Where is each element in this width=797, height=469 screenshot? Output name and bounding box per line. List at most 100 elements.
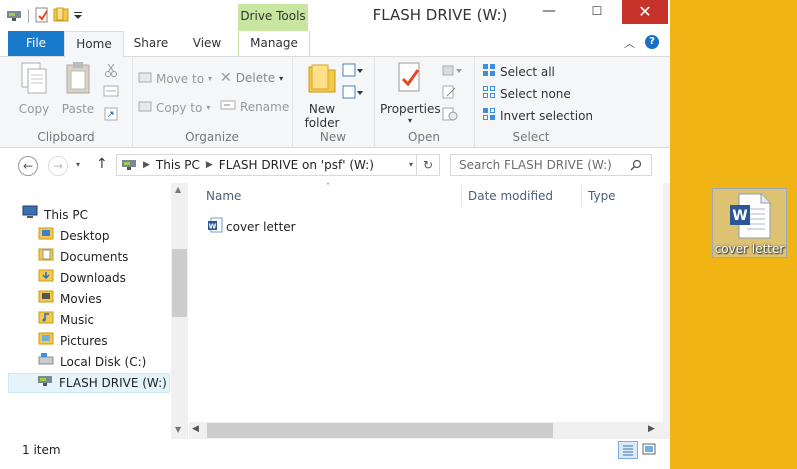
select-group: Select all Select none Invert selection … [474,57,593,147]
breadcrumb-separator[interactable]: ▶ [206,160,213,170]
column-header-date-modified[interactable]: Date modified [468,189,553,203]
list-item[interactable]: W cover letter [207,217,296,236]
nav-label: Desktop [60,229,110,243]
open-group: Properties ▾ Open [374,57,475,147]
nav-item-local-disk[interactable]: Local Disk (C:) [38,352,146,372]
drive-breadcrumb-icon [121,157,137,174]
edit-icon[interactable] [442,85,458,102]
select-none-label: Select none [500,86,571,101]
rename-label: Rename [240,99,290,114]
close-button[interactable]: ✕ [622,0,668,24]
invert-selection-button[interactable]: Invert selection [482,107,593,124]
word-doc-icon: W [207,217,223,236]
select-none-icon [482,85,496,102]
column-divider[interactable] [581,185,582,207]
clipboard-group-label: Clipboard [37,130,95,144]
properties-icon[interactable] [35,7,49,26]
new-folder-label-line1: New [308,102,336,116]
tab-share[interactable]: Share [124,31,178,56]
history-icon[interactable] [442,107,458,124]
details-view-icon [619,445,637,461]
organize-group: Move to ▾ Copy to ▾ ✕ Delete ▾ Rename Organ… [132,57,293,147]
minimize-button[interactable]: — [526,0,572,24]
paste-shortcut-icon[interactable] [104,107,118,124]
nav-item-pictures[interactable]: Pictures [38,331,108,351]
tab-file[interactable]: File [8,31,64,56]
properties-button[interactable]: Properties ▾ [380,61,441,125]
select-none-button[interactable]: Select none [482,85,571,102]
maximize-button[interactable]: ☐ [574,0,620,24]
svg-text:W: W [732,208,747,224]
nav-item-movies[interactable]: Movies [38,289,102,309]
collapse-ribbon-icon[interactable]: ︿ [624,35,635,51]
scroll-down-icon[interactable]: ▼ [175,425,181,434]
movies-folder-icon [38,289,54,309]
content-edge [663,183,670,439]
column-header-type[interactable]: Type [588,189,616,203]
pictures-folder-icon [38,331,54,351]
desktop-icon-label: cover letter [714,242,785,256]
delete-button[interactable]: ✕ Delete ▾ [220,70,283,86]
up-arrow-icon[interactable]: ↑ [96,156,108,172]
nav-item-desktop[interactable]: Desktop [38,226,110,246]
nav-item-downloads[interactable]: Downloads [38,268,126,288]
scroll-right-icon[interactable]: ▶ [648,424,655,434]
tab-manage[interactable]: Manage [238,31,310,56]
drive-icon[interactable] [6,8,22,25]
column-header-name[interactable]: Name [206,189,241,203]
nav-item-this-pc[interactable]: This PC [22,205,88,225]
easy-access-icon[interactable] [342,85,364,102]
cut-icon[interactable] [104,63,118,80]
copy-to-button[interactable]: Copy to ▾ [138,99,210,116]
search-icon[interactable] [630,159,642,174]
new-item-icon[interactable] [342,63,364,80]
address-dropdown-icon[interactable]: ▾ [409,160,413,169]
tab-view[interactable]: View [180,31,234,56]
large-icons-view-button[interactable] [640,441,660,459]
help-icon[interactable]: ? [645,35,659,49]
breadcrumb-flash-drive[interactable]: FLASH DRIVE on 'psf' (W:) [219,158,374,172]
file-list: ˄ Name Date modified Type W cover letter [189,182,663,439]
nav-item-music[interactable]: Music [38,310,94,330]
properties-large-icon [380,61,440,98]
scroll-up-icon[interactable]: ▲ [175,185,181,194]
paste-button[interactable]: Paste [58,61,98,116]
documents-folder-icon [38,247,54,267]
copy-button[interactable]: Copy [14,61,54,116]
select-all-button[interactable]: Select all [482,63,555,80]
new-group: New folder New [292,57,375,147]
nav-item-flash-drive[interactable]: FLASH DRIVE (W:) [8,373,170,393]
nav-scrollbar-thumb[interactable] [172,249,187,317]
flash-drive-icon [37,373,53,393]
new-folder-button[interactable]: New folder [298,61,346,130]
title-bar: Drive Tools FLASH DRIVE (W:) — ☐ ✕ [0,0,670,32]
nav-item-documents[interactable]: Documents [38,247,128,267]
recent-locations-icon[interactable]: ▾ [76,160,80,169]
details-view-button[interactable] [618,441,638,459]
breadcrumb-this-pc[interactable]: This PC [156,158,200,172]
forward-button[interactable]: → [48,156,68,176]
customize-qat-icon[interactable] [73,9,83,23]
music-folder-icon [38,310,54,330]
refresh-icon[interactable]: ↻ [416,155,439,175]
open-icon[interactable] [442,63,464,80]
search-input[interactable]: Search FLASH DRIVE (W:) [450,154,652,176]
horizontal-scrollbar-thumb[interactable] [207,423,553,438]
breadcrumb-separator[interactable]: ▶ [143,160,150,170]
column-divider[interactable] [461,185,462,207]
copy-path-icon[interactable] [103,85,119,100]
tab-home[interactable]: Home [64,31,124,58]
explorer-window: Drive Tools FLASH DRIVE (W:) — ☐ ✕ File … [0,0,670,469]
move-to-button[interactable]: Move to ▾ [138,70,212,87]
nav-label: Pictures [60,334,108,348]
delete-icon: ✕ [220,70,232,86]
desktop-icon-cover-letter[interactable]: W cover letter [712,188,787,258]
new-folder-icon[interactable] [53,7,69,26]
paste-icon [58,61,98,98]
move-to-icon [138,70,152,87]
rename-button[interactable]: Rename [220,99,289,114]
back-button[interactable]: ← [18,156,38,176]
scroll-left-icon[interactable]: ◀ [192,424,199,434]
address-bar[interactable]: ▶ This PC ▶ FLASH DRIVE on 'psf' (W:) ▾ … [116,154,440,176]
nav-label: Documents [60,250,129,264]
